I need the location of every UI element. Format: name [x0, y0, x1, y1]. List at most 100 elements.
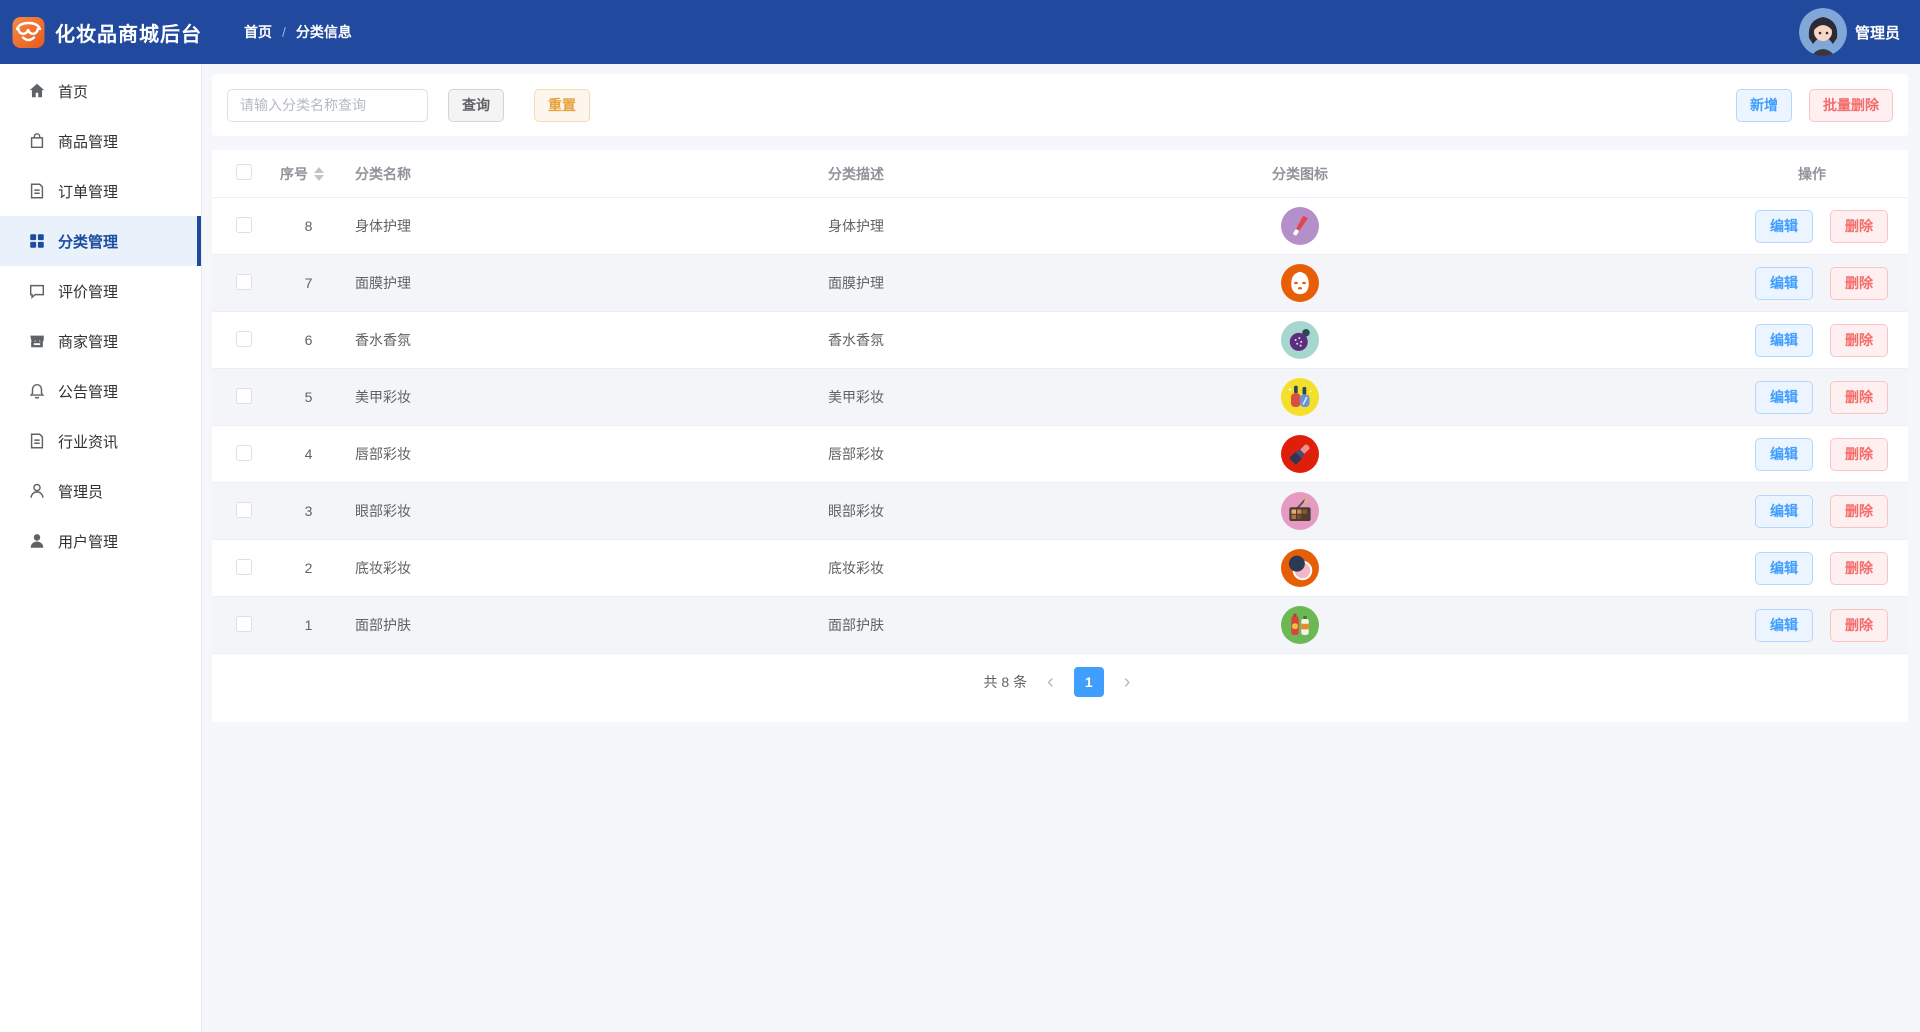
- row-seq: 8: [304, 218, 313, 234]
- page-number-button[interactable]: 1: [1073, 667, 1104, 697]
- breadcrumb-home[interactable]: 首页: [244, 22, 272, 42]
- row-category-name: 眼部彩妆: [355, 503, 411, 519]
- app-logo-icon: [12, 16, 45, 48]
- edit-button[interactable]: 编辑: [1755, 323, 1813, 357]
- pagination: 共 8 条 ‹ 1 ›: [212, 654, 1908, 710]
- row-checkbox[interactable]: [236, 615, 252, 632]
- delete-button[interactable]: 删除: [1830, 209, 1888, 243]
- sidebar-item-label: 商家管理: [58, 333, 119, 351]
- delete-button[interactable]: 删除: [1830, 380, 1888, 414]
- body-lotion-icon: [1281, 207, 1319, 245]
- table-row: 1 面部护肤 面部护肤 编辑 删除: [212, 597, 1908, 654]
- table-row: 8 身体护理 身体护理 编辑 删除: [212, 198, 1908, 255]
- person-filled-icon: [28, 532, 46, 550]
- row-seq: 7: [304, 275, 313, 291]
- row-checkbox[interactable]: [236, 444, 252, 461]
- bag-icon: [28, 132, 46, 150]
- edit-button[interactable]: 编辑: [1755, 494, 1813, 528]
- row-seq: 4: [304, 446, 313, 462]
- row-category-desc: 面部护肤: [828, 617, 884, 633]
- next-page-icon[interactable]: ›: [1118, 672, 1137, 692]
- sidebar-item-notices[interactable]: 公告管理: [0, 366, 201, 416]
- sidebar-nav: 首页 商品管理 订单管理 分类管理 评价管理 商家管理 公告管理 行业资讯 管理…: [0, 64, 202, 1032]
- table-row: 4 唇部彩妆 唇部彩妆 编辑 删除: [212, 426, 1908, 483]
- select-all-checkbox[interactable]: [236, 164, 252, 180]
- sidebar-item-orders[interactable]: 订单管理: [0, 166, 201, 216]
- column-header-desc: 分类描述: [828, 165, 884, 182]
- table-row: 3 眼部彩妆 眼部彩妆 编辑 删除: [212, 483, 1908, 540]
- row-category-name: 美甲彩妆: [355, 389, 411, 405]
- sidebar-item-label: 公告管理: [58, 383, 119, 401]
- sidebar-item-products[interactable]: 商品管理: [0, 116, 201, 166]
- category-table: 序号 分类名称 分类描述 分类图标 操作 8 身体护理 身体护理 编辑 删除 7…: [212, 150, 1908, 722]
- sidebar-item-home[interactable]: 首页: [0, 66, 201, 116]
- document-icon: [28, 182, 46, 200]
- delete-button[interactable]: 删除: [1830, 266, 1888, 300]
- sidebar-item-news[interactable]: 行业资讯: [0, 416, 201, 466]
- row-category-name: 面膜护理: [355, 275, 411, 291]
- main-content: 查询 重置 新增 批量删除 序号 分类名称 分类描述 分类图标 操作 8 身体护…: [202, 64, 1920, 722]
- sidebar-item-users[interactable]: 用户管理: [0, 516, 201, 566]
- document-icon: [28, 432, 46, 450]
- table-header-row: 序号 分类名称 分类描述 分类图标 操作: [212, 150, 1908, 198]
- row-checkbox[interactable]: [236, 558, 252, 575]
- row-checkbox[interactable]: [236, 216, 252, 233]
- breadcrumb-current: 分类信息: [295, 24, 352, 40]
- row-category-name: 香水香氛: [355, 332, 411, 348]
- sidebar-item-categories[interactable]: 分类管理: [0, 216, 201, 266]
- sidebar-item-label: 分类管理: [58, 233, 119, 251]
- row-checkbox[interactable]: [236, 501, 252, 518]
- sidebar-item-admins[interactable]: 管理员: [0, 466, 201, 516]
- sort-caret-icon[interactable]: [314, 166, 324, 181]
- table-body: 8 身体护理 身体护理 编辑 删除 7 面膜护理 面膜护理 编辑 删除 6 香水…: [212, 198, 1908, 654]
- edit-button[interactable]: 编辑: [1755, 608, 1813, 642]
- row-category-desc: 身体护理: [828, 218, 884, 234]
- query-button[interactable]: 查询: [448, 88, 504, 122]
- sidebar-item-label: 行业资讯: [58, 433, 119, 451]
- column-header-seq: 序号: [280, 165, 308, 182]
- edit-button[interactable]: 编辑: [1755, 266, 1813, 300]
- user-avatar[interactable]: [1798, 8, 1847, 56]
- column-header-ops: 操作: [1798, 165, 1826, 182]
- table-row: 5 美甲彩妆 美甲彩妆 编辑 删除: [212, 369, 1908, 426]
- batch-delete-button[interactable]: 批量删除: [1809, 88, 1893, 122]
- sidebar-item-merchants[interactable]: 商家管理: [0, 316, 201, 366]
- delete-button[interactable]: 删除: [1830, 323, 1888, 357]
- home-icon: [28, 82, 46, 100]
- sidebar-item-reviews[interactable]: 评价管理: [0, 266, 201, 316]
- row-checkbox[interactable]: [236, 387, 252, 404]
- username-label[interactable]: 管理员: [1855, 22, 1900, 43]
- delete-button[interactable]: 删除: [1830, 437, 1888, 471]
- edit-button[interactable]: 编辑: [1755, 437, 1813, 471]
- top-header: 化妆品商城后台 首页 / 分类信息 管理员: [0, 0, 1920, 64]
- app-title: 化妆品商城后台: [55, 23, 202, 46]
- delete-button[interactable]: 删除: [1830, 608, 1888, 642]
- row-category-name: 面部护肤: [355, 617, 411, 633]
- sidebar-item-label: 首页: [58, 83, 89, 101]
- add-button[interactable]: 新增: [1736, 88, 1792, 122]
- nail-polish-icon: [1281, 378, 1319, 416]
- prev-page-icon[interactable]: ‹: [1041, 672, 1060, 692]
- delete-button[interactable]: 删除: [1830, 494, 1888, 528]
- reset-button[interactable]: 重置: [534, 88, 590, 122]
- eyeshadow-icon: [1281, 492, 1319, 530]
- search-input[interactable]: [227, 88, 428, 122]
- grid-icon: [28, 232, 46, 250]
- edit-button[interactable]: 编辑: [1755, 380, 1813, 414]
- edit-button[interactable]: 编辑: [1755, 209, 1813, 243]
- row-category-desc: 底妆彩妆: [828, 560, 884, 576]
- sidebar-item-label: 用户管理: [58, 533, 119, 551]
- row-checkbox[interactable]: [236, 330, 252, 347]
- row-category-name: 身体护理: [355, 218, 411, 234]
- row-seq: 2: [304, 560, 313, 576]
- column-header-icon: 分类图标: [1272, 165, 1328, 182]
- edit-button[interactable]: 编辑: [1755, 551, 1813, 585]
- storefront-icon: [28, 332, 46, 350]
- column-header-name: 分类名称: [355, 165, 411, 182]
- row-checkbox[interactable]: [236, 273, 252, 290]
- face-mask-icon: [1281, 264, 1319, 302]
- compact-powder-icon: [1281, 549, 1319, 587]
- table-row: 7 面膜护理 面膜护理 编辑 删除: [212, 255, 1908, 312]
- row-category-name: 唇部彩妆: [355, 446, 411, 462]
- delete-button[interactable]: 删除: [1830, 551, 1888, 585]
